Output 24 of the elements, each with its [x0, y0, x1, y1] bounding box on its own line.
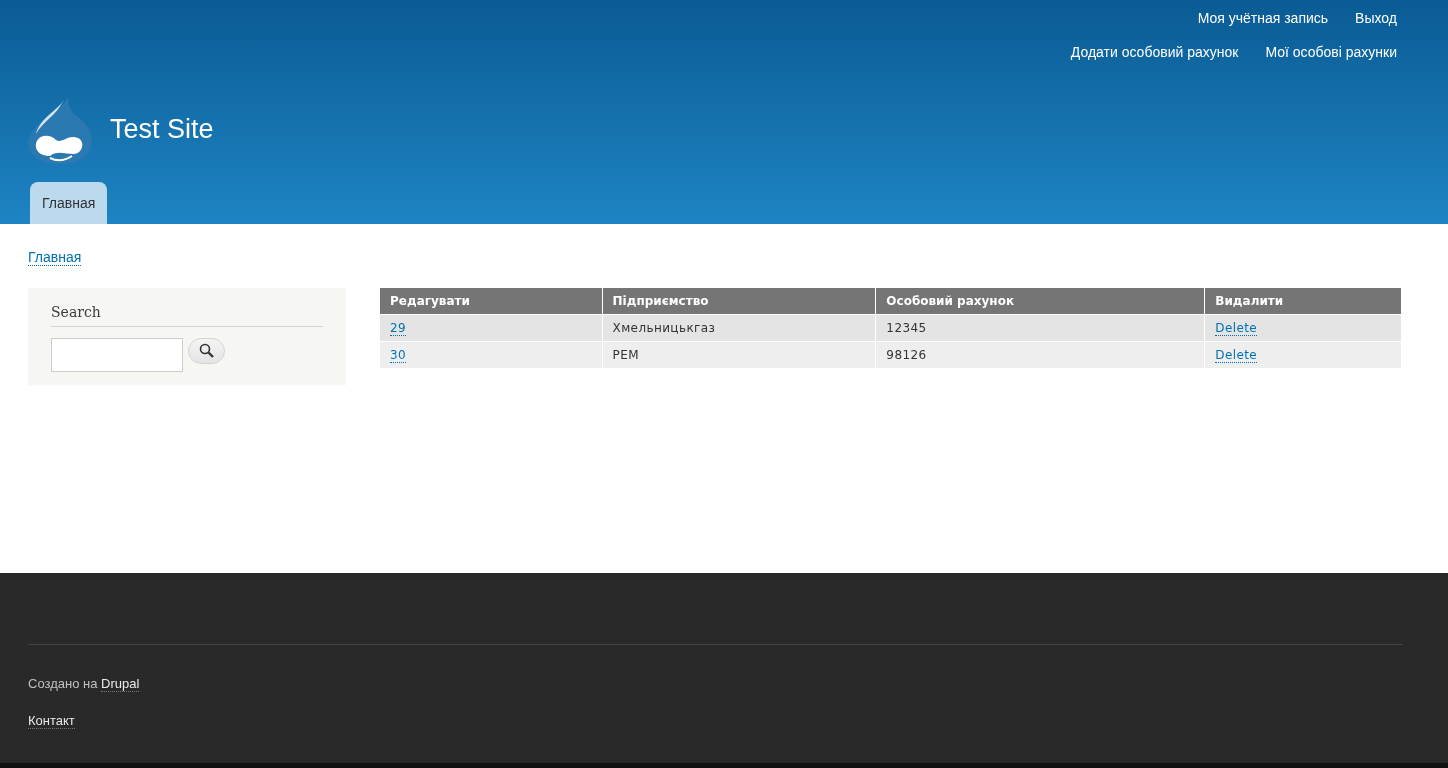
column-header: Особовий рахунок: [875, 288, 1205, 315]
table-cell: РЕМ: [602, 341, 876, 368]
footer-link[interactable]: Контакт: [28, 713, 75, 729]
search-button[interactable]: [188, 338, 225, 364]
delete-link[interactable]: Delete: [1215, 348, 1258, 363]
header-link[interactable]: Додати особовий рахунок: [1070, 44, 1239, 62]
nav-tab[interactable]: Главная: [30, 182, 108, 224]
search-icon: [198, 343, 215, 359]
panel-title: Search: [51, 304, 323, 327]
breadcrumb-link[interactable]: Главная: [28, 249, 82, 266]
delete-link[interactable]: Delete: [1215, 321, 1258, 336]
site-name[interactable]: Test Site: [110, 114, 214, 145]
column-header: Видалити: [1204, 288, 1402, 315]
drupal-link[interactable]: Drupal: [101, 676, 140, 692]
column-header: Редагувати: [380, 288, 603, 315]
column-header: Підприємство: [602, 288, 876, 315]
edit-link[interactable]: 30: [390, 348, 407, 363]
table-cell: 98126: [875, 341, 1205, 368]
credit-text: Создано на Drupal: [28, 676, 140, 691]
search-field[interactable]: [51, 338, 183, 372]
header-link[interactable]: Выход: [1355, 10, 1397, 28]
header-link[interactable]: Мої особові рахунки: [1265, 44, 1397, 62]
edit-link[interactable]: 29: [390, 321, 407, 336]
header-link[interactable]: Моя учётная запись: [1197, 10, 1329, 28]
